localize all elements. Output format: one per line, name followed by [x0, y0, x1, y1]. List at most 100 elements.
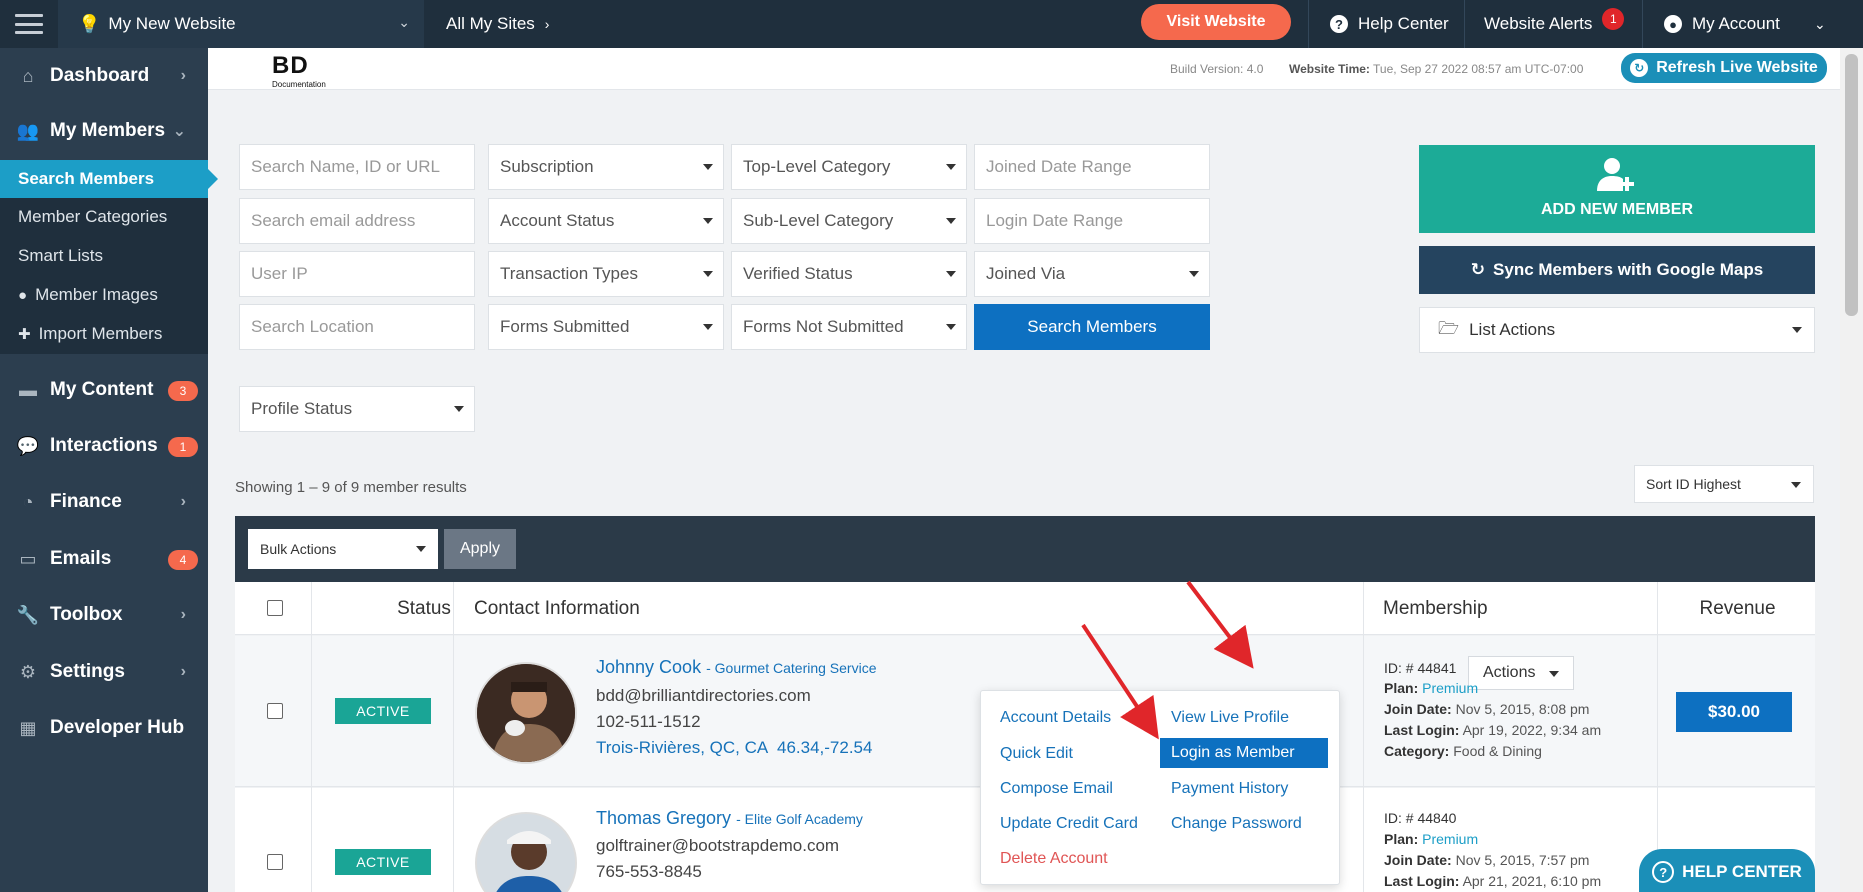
user-ip-input[interactable]: User IP	[239, 251, 475, 297]
user-circle-icon: ●	[1664, 15, 1682, 33]
joined-via-select[interactable]: Joined Via	[974, 251, 1210, 297]
sidebar-item-emails[interactable]: ▭ Emails 4	[0, 533, 208, 585]
users-icon: 👥	[16, 120, 40, 141]
member-coordinates[interactable]: 46.34,-72.54	[777, 738, 872, 758]
website-time-label: Website Time:	[1289, 62, 1370, 76]
site-selector[interactable]: 💡 My New Website ⌄	[58, 0, 424, 48]
add-new-member-button[interactable]: ADD NEW MEMBER	[1419, 145, 1815, 233]
join-label: Join Date:	[1384, 852, 1452, 868]
joined-date-range-input[interactable]: Joined Date Range	[974, 144, 1210, 190]
add-member-label: ADD NEW MEMBER	[1541, 201, 1693, 218]
search-members-button[interactable]: Search Members	[974, 304, 1210, 350]
subscription-select[interactable]: Subscription	[488, 144, 724, 190]
login-date-range-input[interactable]: Login Date Range	[974, 198, 1210, 244]
sidebar-item-import-members[interactable]: ✚ Import Members	[0, 315, 208, 353]
member-location[interactable]: Trois-Rivières, QC, CA	[596, 738, 768, 758]
avatar	[475, 662, 577, 764]
sidebar-item-search-members[interactable]: Search Members	[0, 160, 218, 198]
category-label: Category:	[1384, 743, 1450, 759]
sync-google-maps-button[interactable]: ↻ Sync Members with Google Maps	[1419, 246, 1815, 294]
sidebar-item-interactions[interactable]: 💬 Interactions 1	[0, 420, 208, 472]
row-checkbox[interactable]	[267, 854, 283, 870]
forms-not-submitted-select[interactable]: Forms Not Submitted	[731, 304, 967, 350]
scrollbar-thumb[interactable]	[1845, 54, 1858, 316]
sidebar-item-finance[interactable]: ◔ Finance ›	[0, 476, 208, 528]
revenue-button[interactable]: $30.00	[1676, 692, 1792, 732]
sidebar-item-my-content[interactable]: ▬ My Content 3	[0, 364, 208, 416]
transaction-types-select[interactable]: Transaction Types	[488, 251, 724, 297]
user-circle-icon: ●	[18, 286, 28, 304]
apply-button[interactable]: Apply	[444, 529, 516, 569]
plus-icon: ✚	[18, 326, 31, 343]
menu-item-account-details[interactable]: Account Details	[1000, 709, 1111, 727]
sidebar-item-label: My Members	[50, 120, 166, 141]
sidebar-item-toolbox[interactable]: 🔧 Toolbox ›	[0, 589, 208, 641]
header-membership: Membership	[1383, 597, 1488, 619]
bulk-actions-select[interactable]: Bulk Actions	[248, 529, 438, 569]
caret-down-icon	[946, 218, 956, 224]
sidebar-item-label: Emails	[50, 548, 112, 569]
menu-item-payment-history[interactable]: Payment History	[1171, 780, 1288, 798]
menu-item-login-as-member[interactable]: Login as Member	[1160, 738, 1328, 768]
caret-down-icon	[703, 218, 713, 224]
member-join-date: Join Date: Nov 5, 2015, 7:57 pm	[1384, 852, 1589, 868]
member-last-login: Last Login: Apr 21, 2021, 6:10 pm	[1384, 873, 1601, 889]
select-value: Joined Via	[986, 264, 1066, 283]
forms-submitted-select[interactable]: Forms Submitted	[488, 304, 724, 350]
member-photo	[477, 664, 575, 762]
actions-button[interactable]: Actions	[1468, 656, 1574, 690]
menu-item-view-live-profile[interactable]: View Live Profile	[1171, 709, 1289, 727]
help-center-link[interactable]: ? Help Center	[1330, 0, 1449, 48]
help-center-fab[interactable]: ? HELP CENTER	[1639, 849, 1815, 892]
business-name: - Elite Golf Academy	[736, 811, 863, 827]
refresh-live-website-button[interactable]: ↻ Refresh Live Website	[1621, 53, 1827, 83]
caret-down-icon	[946, 164, 956, 170]
page-scrollbar[interactable]	[1840, 48, 1863, 892]
member-name[interactable]: Thomas Gregory - Elite Golf Academy	[596, 808, 863, 829]
menu-item-delete-account[interactable]: Delete Account	[1000, 850, 1108, 868]
logo-text: BD	[272, 52, 309, 79]
sidebar-item-settings[interactable]: ⚙ Settings ›	[0, 646, 208, 698]
member-id: ID: # 44840	[1384, 810, 1456, 826]
row-checkbox[interactable]	[267, 703, 283, 719]
search-email-input[interactable]: Search email address	[239, 198, 475, 244]
header-status: Status	[397, 597, 451, 619]
search-location-input[interactable]: Search Location	[239, 304, 475, 350]
select-all-checkbox[interactable]	[267, 600, 283, 616]
my-account-menu[interactable]: ● My Account ⌄	[1664, 0, 1826, 48]
sort-select[interactable]: Sort ID Highest	[1634, 465, 1814, 503]
member-join-date: Join Date: Nov 5, 2015, 8:08 pm	[1384, 701, 1589, 717]
search-name-input[interactable]: Search Name, ID or URL	[239, 144, 475, 190]
select-value: Subscription	[500, 157, 594, 176]
website-alerts-link[interactable]: Website Alerts 1	[1484, 0, 1625, 48]
visit-website-button[interactable]: Visit Website	[1141, 4, 1291, 40]
member-name[interactable]: Johnny Cook - Gourmet Catering Service	[596, 657, 877, 678]
account-status-select[interactable]: Account Status	[488, 198, 724, 244]
verified-status-select[interactable]: Verified Status	[731, 251, 967, 297]
caret-down-icon	[1189, 271, 1199, 277]
grid-icon: ▦	[19, 717, 37, 738]
sidebar-item-my-members[interactable]: 👥 My Members ⌄	[0, 105, 208, 157]
sidebar-item-member-images[interactable]: ● Member Images	[0, 276, 208, 314]
menu-item-quick-edit[interactable]: Quick Edit	[1000, 745, 1073, 763]
select-value: Account Status	[500, 211, 615, 230]
sidebar-item-member-categories[interactable]: Member Categories	[0, 198, 208, 236]
all-sites-link[interactable]: All My Sites ›	[446, 0, 549, 48]
wrench-icon: 🔧	[16, 604, 40, 625]
menu-toggle-button[interactable]	[0, 0, 58, 48]
sidebar-item-dashboard[interactable]: ⌂ Dashboard ›	[0, 50, 208, 102]
profile-status-select[interactable]: Profile Status	[239, 386, 475, 432]
sub-level-category-select[interactable]: Sub-Level Category	[731, 198, 967, 244]
sidebar-item-label: Settings	[50, 661, 125, 682]
top-level-category-select[interactable]: Top-Level Category	[731, 144, 967, 190]
sort-value: Sort ID Highest	[1646, 476, 1741, 492]
menu-item-compose-email[interactable]: Compose Email	[1000, 780, 1113, 798]
sidebar-item-developer-hub[interactable]: ▦ Developer Hub	[0, 702, 208, 754]
menu-item-update-credit-card[interactable]: Update Credit Card	[1000, 815, 1138, 833]
list-actions-dropdown[interactable]: 🗁 List Actions	[1419, 307, 1815, 353]
caret-down-icon	[946, 324, 956, 330]
build-version: Build Version: 4.0	[1170, 62, 1264, 76]
menu-item-change-password[interactable]: Change Password	[1171, 815, 1302, 833]
page-header: BD Documentation Build Version: 4.0 Webs…	[208, 48, 1840, 90]
sidebar-item-smart-lists[interactable]: Smart Lists	[0, 237, 208, 275]
